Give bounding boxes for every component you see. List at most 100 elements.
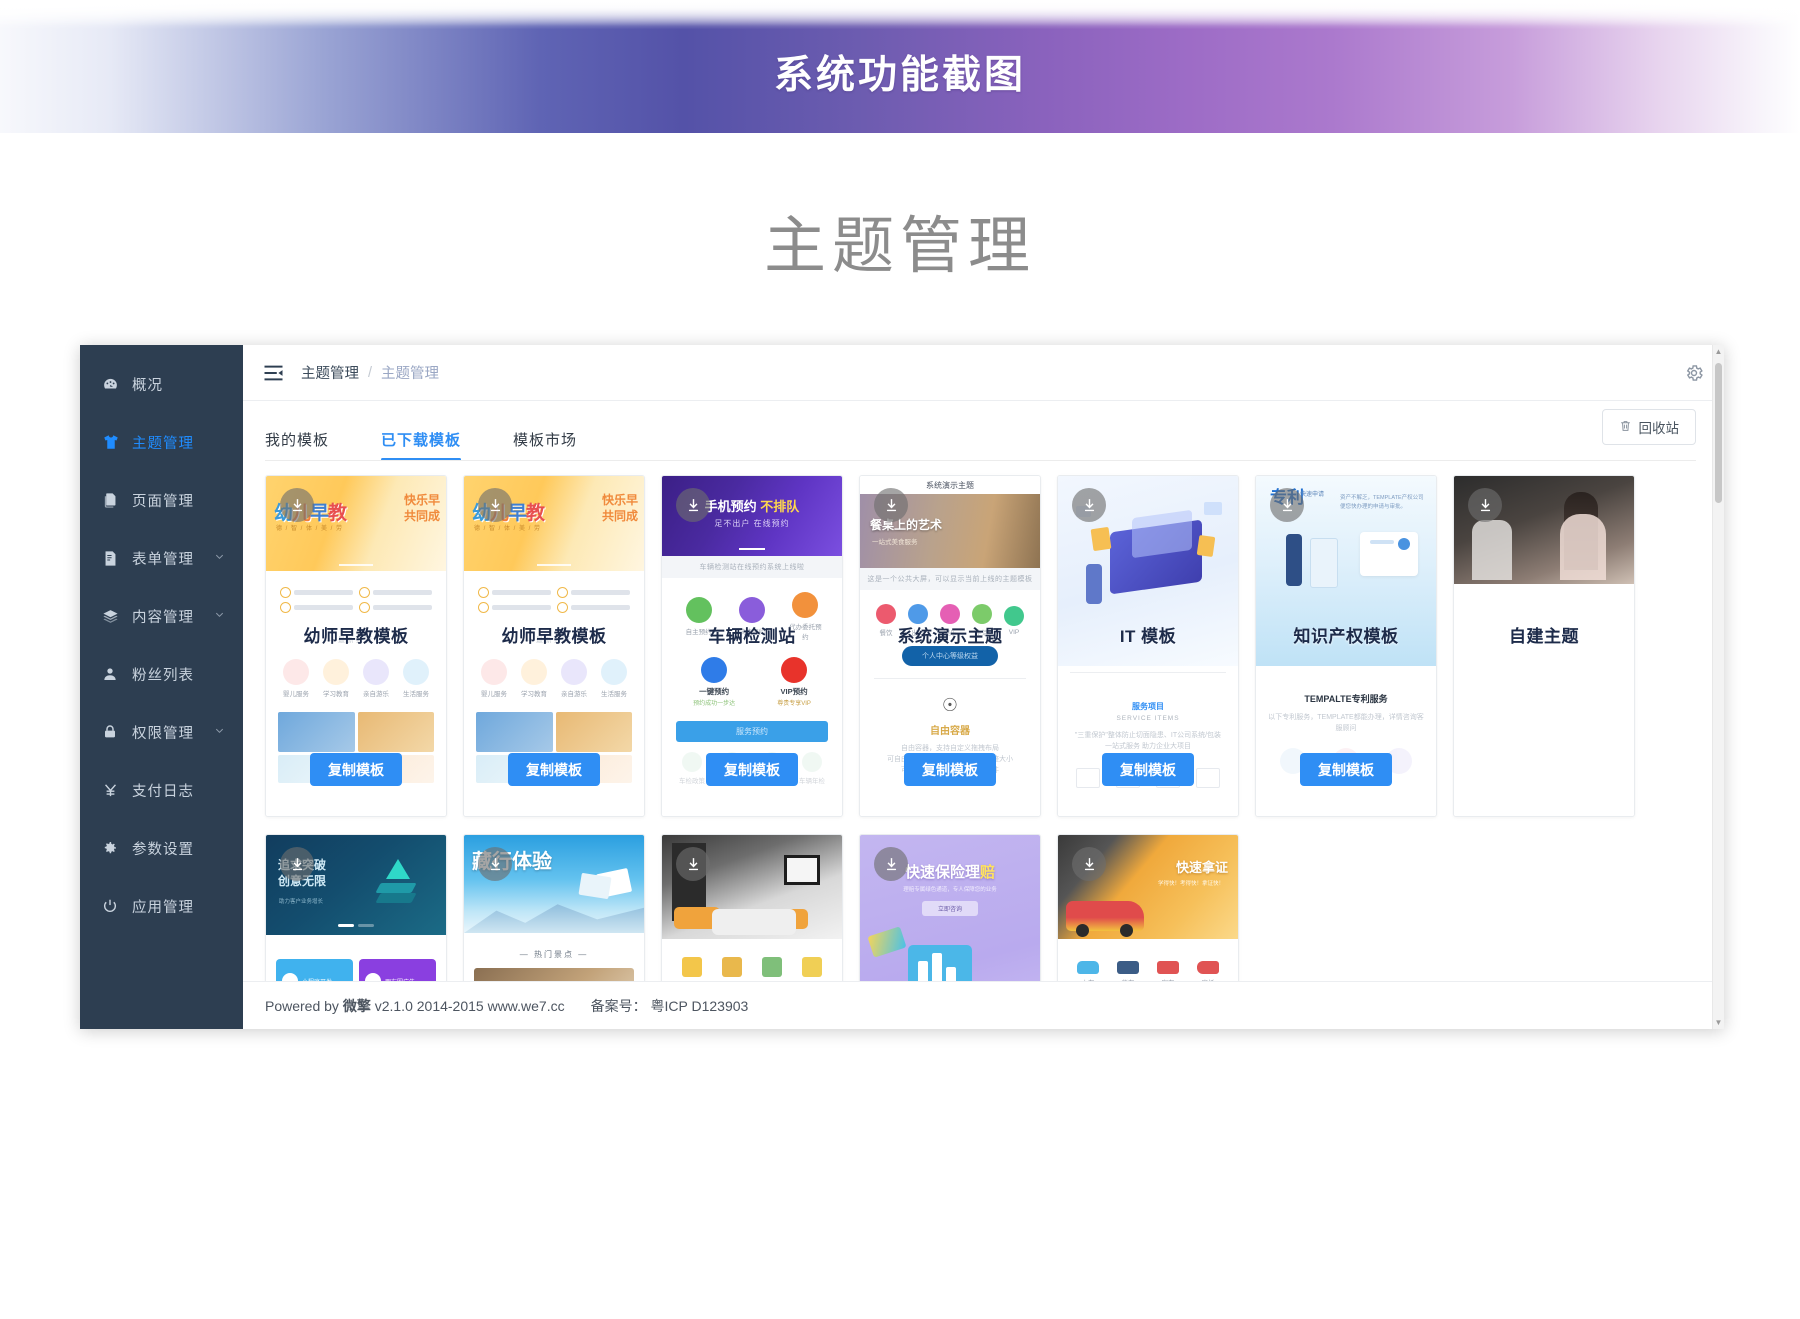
template-card[interactable]: 藏行体验 — 热门景点 — 旅游模板 xyxy=(463,834,645,981)
download-icon[interactable] xyxy=(1072,847,1106,881)
download-icon[interactable] xyxy=(874,488,908,522)
scrollbar-thumb[interactable] xyxy=(1715,363,1722,503)
sidebar-item-theme-management[interactable]: 主题管理 xyxy=(80,413,243,471)
settings-gear-icon[interactable] xyxy=(1684,363,1704,383)
sidebar-item-parameter-settings[interactable]: 参数设置 xyxy=(80,819,243,877)
template-thumbnail: 快速拿证 学得快！考得快！拿证快！ 小车 货车 客车 摩托 xyxy=(1058,835,1238,981)
template-card[interactable]: 服务项目 SERVICE ITEMS "三重保护"整体防止切面隐患、IT公司系统… xyxy=(1057,475,1239,817)
download-icon[interactable] xyxy=(874,847,908,881)
template-thumbnail: 快速保险理赔 理赔专属绿色通道，专人保障您的业务 立即咨询 xyxy=(860,835,1040,981)
thumb-hero-sub: 学得快！考得快！拿证快！ xyxy=(1157,881,1224,887)
template-thumbnail: 手机预约 不排队 足不出户 在线预约 车辆检测站在线预约系统上线啦 自主预约 快… xyxy=(662,476,842,816)
scroll-up-arrow[interactable]: ▲ xyxy=(1714,347,1723,356)
thumb-photo-grid xyxy=(474,712,634,752)
thumb-icon-label: 生活服务 xyxy=(403,691,429,698)
template-card[interactable]: 手机预约 不排队 足不出户 在线预约 车辆检测站在线预约系统上线啦 自主预约 快… xyxy=(661,475,843,817)
template-card[interactable]: 幼儿早教 德 / 智 / 体 / 美 / 劳 快乐早共同成 xyxy=(463,475,645,817)
thumb-body: 服务项目 SERVICE ITEMS "三重保护"整体防止切面隐患、IT公司系统… xyxy=(1058,673,1238,816)
thumb-icon-label: 货车 xyxy=(1122,977,1135,981)
template-card[interactable]: 快速拿证 学得快！考得快！拿证快！ 小车 货车 客车 摩托 xyxy=(1057,834,1239,981)
thumb-strip: TEMPALTE专利服务 xyxy=(1304,694,1388,704)
copy-template-button[interactable]: 复制模板 xyxy=(310,753,402,786)
footer-record-value: 粤ICP D123903 xyxy=(650,997,749,1014)
tab-template-market[interactable]: 模板市场 xyxy=(513,429,577,461)
thumb-icon-label: 生活服务 xyxy=(601,691,627,698)
thumb-strip: — 热门景点 — xyxy=(519,950,589,959)
thumb-icon-label: 婴儿服务 xyxy=(283,691,309,698)
template-thumbnail: 服务项目 SERVICE ITEMS "三重保护"整体防止切面隐患、IT公司系统… xyxy=(1058,476,1238,816)
thumb-hero-sub: 一站式美食服务 xyxy=(872,539,918,546)
template-name: 知识产权模板 xyxy=(1293,627,1399,646)
thumb-icon-label: 亲自游乐 xyxy=(363,691,389,698)
template-card[interactable]: 自建主题 xyxy=(1453,475,1635,817)
tab-bar: 我的模板 已下载模板 模板市场 回收站 xyxy=(265,401,1696,461)
thumb-body: — 热门景点 — xyxy=(464,933,644,981)
template-card[interactable]: 全景看房 楼盘展示 样板间 地图找房 360°全景看房预约 xyxy=(661,834,843,981)
tab-underline xyxy=(265,460,1696,461)
sidebar-item-label: 权限管理 xyxy=(132,725,194,742)
breadcrumb: 主题管理 / 主题管理 xyxy=(301,362,439,383)
sidebar-item-fans-list[interactable]: 粉丝列表 xyxy=(80,645,243,703)
recycle-bin-button[interactable]: 回收站 xyxy=(1601,409,1696,445)
template-card[interactable]: 追求突破创意无限 助力客户业务增长 xyxy=(265,834,447,981)
thumb-hero-title: 快速拿证 xyxy=(1175,860,1228,875)
download-icon[interactable] xyxy=(676,488,710,522)
sidebar-item-payment-log[interactable]: 支付日志 xyxy=(80,761,243,819)
download-icon[interactable] xyxy=(280,847,314,881)
copy-template-button[interactable]: 复制模板 xyxy=(904,753,996,786)
template-card[interactable]: 幼儿早教 德 / 智 / 体 / 美 / 劳 快乐早共同成 xyxy=(265,475,447,817)
sidebar-item-label: 参数设置 xyxy=(132,841,194,858)
check-icon xyxy=(478,587,489,598)
tshirt-icon xyxy=(102,433,124,451)
template-thumbnail: 幼儿早教 德 / 智 / 体 / 美 / 劳 快乐早共同成 xyxy=(266,476,446,816)
sidebar-item-overview[interactable]: 概况 xyxy=(80,355,243,413)
template-card[interactable]: 快速保险理赔 理赔专属绿色通道，专人保障您的业务 立即咨询 xyxy=(859,834,1041,981)
download-icon[interactable] xyxy=(478,847,512,881)
download-icon[interactable] xyxy=(676,847,710,881)
banner-sheen xyxy=(0,0,1800,26)
feature-checklist xyxy=(474,581,634,613)
thumb-strip: 服务项目 xyxy=(1132,702,1164,711)
sidebar-item-permission-management[interactable]: 权限管理 xyxy=(80,703,243,761)
download-icon[interactable] xyxy=(1072,488,1106,522)
thumb-icon-label: 客车 xyxy=(1162,977,1175,981)
template-name: 系统演示主题 xyxy=(897,627,1003,646)
copy-template-button[interactable]: 复制模板 xyxy=(1300,753,1392,786)
sidebar-item-page-management[interactable]: 页面管理 xyxy=(80,471,243,529)
check-icon xyxy=(280,602,291,613)
breadcrumb-parent[interactable]: 主题管理 xyxy=(301,362,359,383)
check-icon xyxy=(359,587,370,598)
template-card[interactable]: 系统演示主题 餐桌上的艺术 一站式美食服务 这是一个公共大屏，可以显示当前上线的… xyxy=(859,475,1041,817)
thumb-icon-row: 婴儿服务 学习教育 亲自游乐 生活服务 xyxy=(276,659,436,698)
thumb-icon-label: 学习教育 xyxy=(323,691,349,698)
tab-my-templates[interactable]: 我的模板 xyxy=(265,429,329,461)
sidebar-item-application-management[interactable]: 应用管理 xyxy=(80,877,243,935)
download-icon[interactable] xyxy=(280,488,314,522)
download-icon[interactable] xyxy=(1270,488,1304,522)
template-name: 自建主题 xyxy=(1509,627,1579,646)
thumb-icon-label: 全景看房 xyxy=(679,980,705,981)
thumb-icon-label: 小车 xyxy=(1082,977,1095,981)
sidebar-item-label: 概况 xyxy=(132,377,163,394)
app-window: 概况 主题管理 页面管理 表单管理 内容管理 粉丝列表 权限管理 支付日志 参数… xyxy=(80,345,1724,1029)
copy-template-button[interactable]: 复制模板 xyxy=(508,753,600,786)
thumb-sublabel: SERVICE ITEMS xyxy=(1116,715,1180,722)
footer-brand: 微擎 xyxy=(342,997,371,1014)
download-icon[interactable] xyxy=(478,488,512,522)
download-icon[interactable] xyxy=(1468,488,1502,522)
template-name: 幼师早教模板 xyxy=(303,627,409,646)
vertical-scrollbar[interactable]: ▲ ▼ xyxy=(1712,345,1724,1029)
scroll-down-arrow[interactable]: ▼ xyxy=(1714,1018,1723,1027)
sidebar-item-content-management[interactable]: 内容管理 xyxy=(80,587,243,645)
copy-template-button[interactable]: 复制模板 xyxy=(706,753,798,786)
sidebar-item-form-management[interactable]: 表单管理 xyxy=(80,529,243,587)
tab-downloaded-templates[interactable]: 已下载模板 xyxy=(381,429,462,461)
thumb-pill-button: 个人中心等级权益 xyxy=(902,646,998,666)
thumb-sublabel: 以下专利服务，TEMPLATE都能办理，详情咨询客服顾问 xyxy=(1268,714,1424,733)
thumb-icon-label: 楼盘展示 xyxy=(719,980,745,981)
template-card[interactable]: 专利 快速申请 资产不解乏，TEMPLATE产权公司便您快办理的申请与审批。 T… xyxy=(1255,475,1437,817)
copy-template-button[interactable]: 复制模板 xyxy=(1102,753,1194,786)
collapse-menu-icon[interactable] xyxy=(263,364,289,382)
sidebar-item-label: 内容管理 xyxy=(132,609,194,626)
breadcrumb-current: 主题管理 xyxy=(381,366,440,382)
